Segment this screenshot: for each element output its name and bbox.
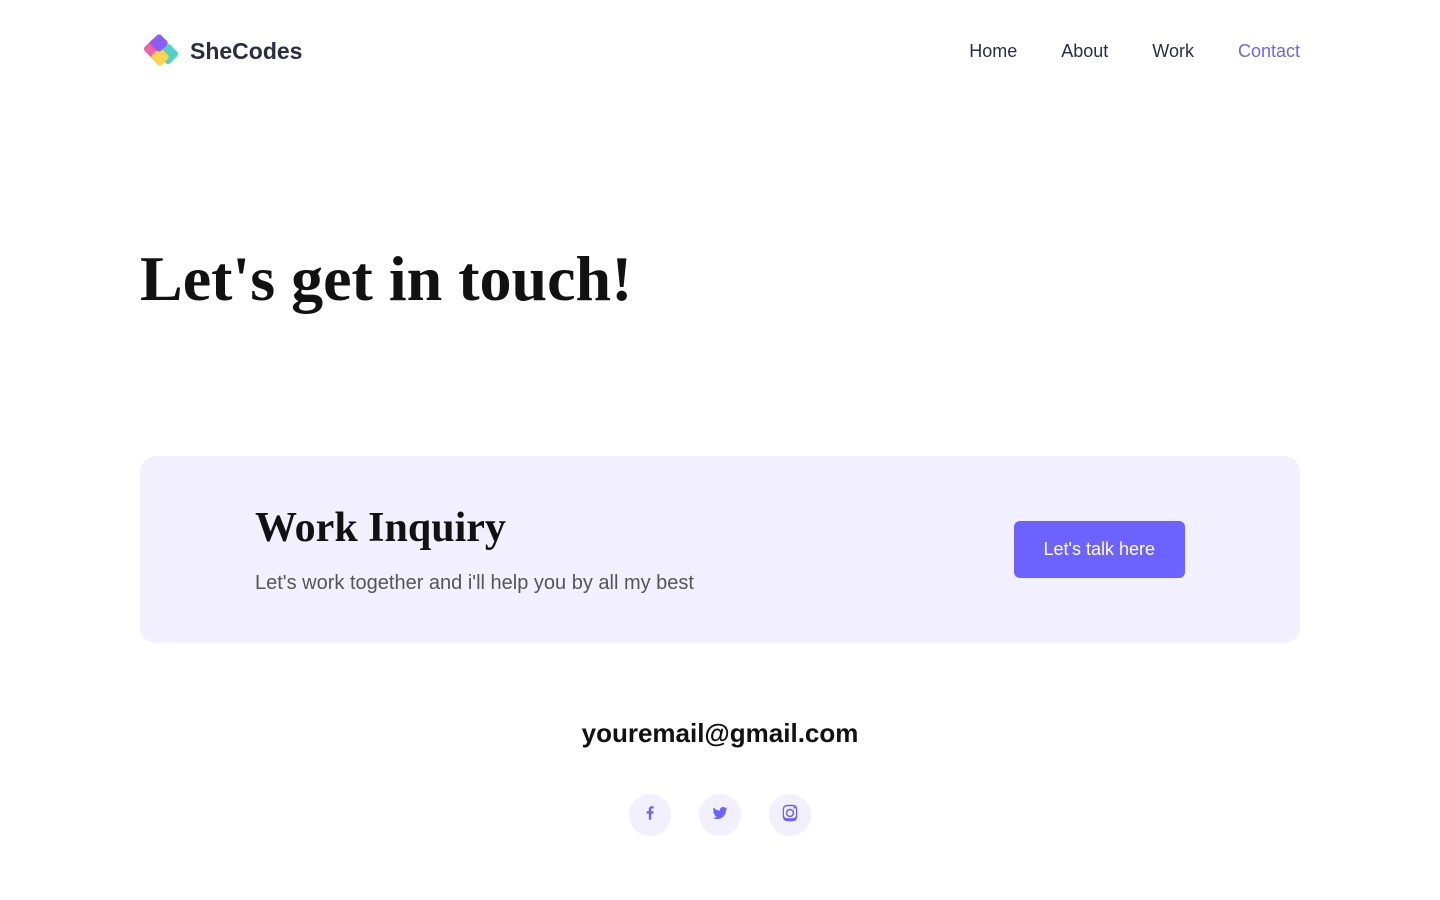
nav-home[interactable]: Home bbox=[969, 41, 1017, 62]
brand-name: SheCodes bbox=[190, 38, 302, 65]
social-links bbox=[140, 794, 1300, 836]
main-nav: Home About Work Contact bbox=[969, 41, 1300, 62]
card-title: Work Inquiry bbox=[255, 504, 694, 552]
logo-icon bbox=[140, 30, 182, 72]
contact-email[interactable]: youremail@gmail.com bbox=[140, 718, 1300, 749]
facebook-icon bbox=[641, 804, 659, 827]
instagram-icon bbox=[781, 804, 799, 827]
header: SheCodes Home About Work Contact bbox=[140, 30, 1300, 72]
work-inquiry-card: Work Inquiry Let's work together and i'l… bbox=[140, 456, 1300, 643]
card-text: Work Inquiry Let's work together and i'l… bbox=[255, 504, 694, 595]
card-subtitle: Let's work together and i'll help you by… bbox=[255, 572, 694, 595]
twitter-icon bbox=[711, 804, 729, 827]
facebook-link[interactable] bbox=[629, 794, 671, 836]
twitter-link[interactable] bbox=[699, 794, 741, 836]
page-title: Let's get in touch! bbox=[140, 242, 1300, 316]
nav-work[interactable]: Work bbox=[1152, 41, 1194, 62]
nav-about[interactable]: About bbox=[1061, 41, 1108, 62]
instagram-link[interactable] bbox=[769, 794, 811, 836]
lets-talk-button[interactable]: Let's talk here bbox=[1014, 521, 1186, 578]
nav-contact[interactable]: Contact bbox=[1238, 41, 1300, 62]
logo[interactable]: SheCodes bbox=[140, 30, 302, 72]
